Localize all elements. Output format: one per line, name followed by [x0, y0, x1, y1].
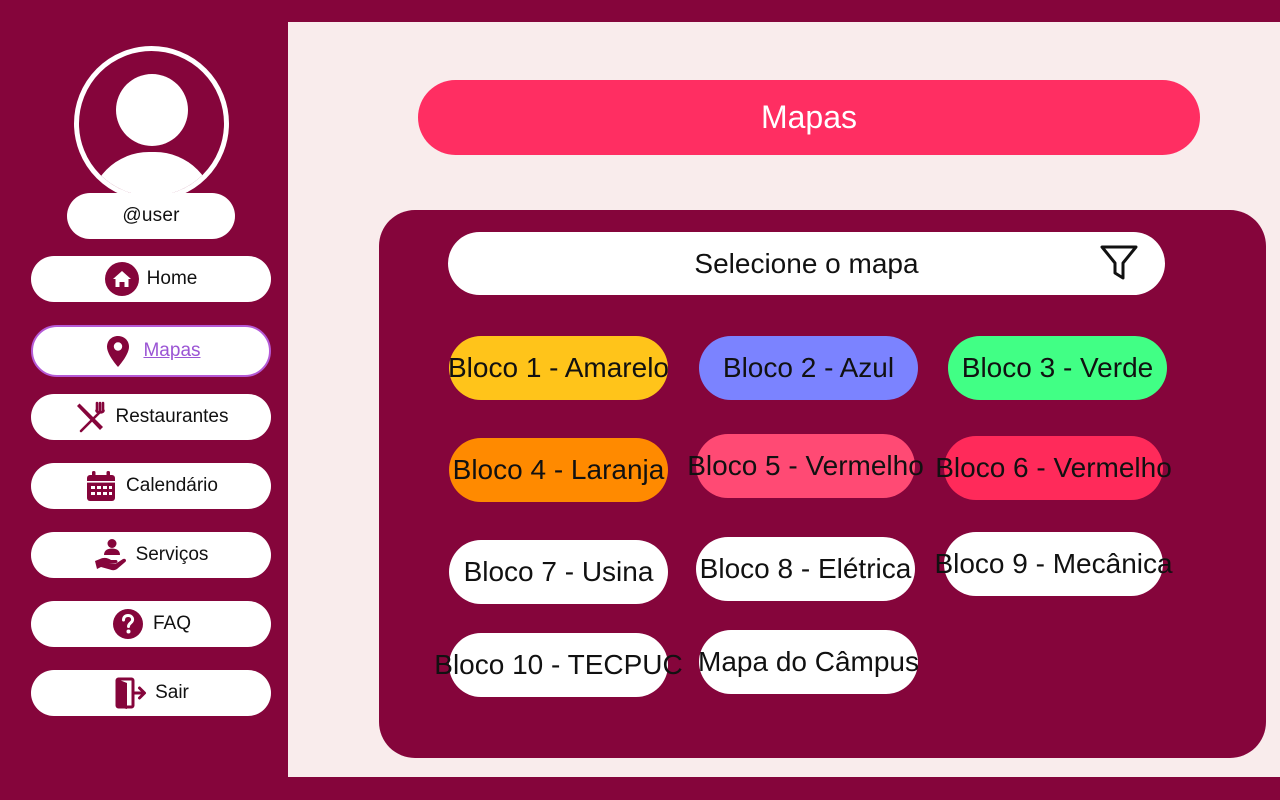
map-block-label: Mapa do Câmpus: [698, 646, 920, 677]
map-block-8-button[interactable]: Bloco 8 - Elétrica: [696, 537, 915, 601]
sidebar-item-faq[interactable]: FAQ: [31, 601, 271, 647]
username-text: @user: [122, 205, 180, 226]
logout-icon: [113, 676, 147, 710]
map-block-label: Bloco 9 - Mecânica: [934, 548, 1173, 579]
main-content: Mapas Selecione o mapa Bloco 1 - Amarelo…: [288, 22, 1280, 777]
sidebar-item-mapas[interactable]: Mapas: [31, 325, 271, 377]
map-block-5-button[interactable]: Bloco 5 - Vermelho: [687, 434, 924, 498]
map-block-label: Bloco 4 - Laranja: [452, 454, 665, 485]
utensils-icon: [73, 400, 107, 434]
sidebar-item-label: Calendário: [126, 475, 218, 496]
map-block-label: Bloco 6 - Vermelho: [935, 452, 1172, 483]
sidebar-item-label: Restaurantes: [115, 406, 229, 427]
map-block-4-button[interactable]: Bloco 4 - Laranja: [449, 438, 668, 502]
sidebar: @user Home Mapas Restaurantes Calendário…: [0, 22, 298, 777]
sidebar-item-label: Home: [146, 268, 198, 289]
question-icon: [111, 607, 145, 641]
sidebar-item-servicos[interactable]: Serviços: [31, 532, 271, 578]
avatar[interactable]: [74, 46, 229, 201]
map-block-label: Bloco 3 - Verde: [961, 352, 1154, 383]
calendar-icon: [84, 469, 118, 503]
map-block-label: Bloco 10 - TECPUC: [434, 649, 683, 680]
sidebar-item-label: Mapas: [143, 340, 201, 361]
sidebar-item-restaurantes[interactable]: Restaurantes: [31, 394, 271, 440]
sidebar-item-sair[interactable]: Sair: [31, 670, 271, 716]
page-title-bar: Mapas: [418, 80, 1200, 155]
maps-panel: Selecione o mapa Bloco 1 - Amarelo Bloco…: [379, 210, 1266, 758]
map-block-3-button[interactable]: Bloco 3 - Verde: [948, 336, 1167, 400]
sidebar-item-label: Serviços: [135, 544, 209, 565]
avatar-head: [116, 74, 188, 146]
service-hand-icon: [94, 538, 128, 572]
map-block-label: Bloco 2 - Azul: [722, 352, 895, 383]
map-block-6-button[interactable]: Bloco 6 - Vermelho: [935, 436, 1172, 500]
page-title: Mapas: [760, 99, 858, 135]
campus-map-button[interactable]: Mapa do Câmpus: [698, 630, 920, 694]
map-pin-icon: [101, 334, 135, 368]
username-label[interactable]: @user: [67, 193, 235, 239]
map-selector-label: Selecione o mapa: [694, 247, 919, 279]
map-block-label: Bloco 8 - Elétrica: [699, 553, 912, 584]
map-block-label: Bloco 5 - Vermelho: [687, 450, 924, 481]
map-block-label: Bloco 1 - Amarelo: [448, 352, 669, 383]
map-block-10-button[interactable]: Bloco 10 - TECPUC: [434, 633, 683, 697]
sidebar-item-label: FAQ: [152, 613, 191, 634]
map-block-9-button[interactable]: Bloco 9 - Mecânica: [934, 532, 1173, 596]
map-block-1-button[interactable]: Bloco 1 - Amarelo: [448, 336, 669, 400]
filter-icon[interactable]: [1099, 243, 1139, 283]
map-block-7-button[interactable]: Bloco 7 - Usina: [449, 540, 668, 604]
sidebar-item-label: Sair: [155, 682, 189, 703]
map-block-label: Bloco 7 - Usina: [463, 556, 654, 587]
sidebar-item-home[interactable]: Home: [31, 256, 271, 302]
sidebar-item-calendario[interactable]: Calendário: [31, 463, 271, 509]
map-block-2-button[interactable]: Bloco 2 - Azul: [699, 336, 918, 400]
map-selector[interactable]: Selecione o mapa: [448, 232, 1165, 295]
home-icon: [104, 262, 139, 296]
